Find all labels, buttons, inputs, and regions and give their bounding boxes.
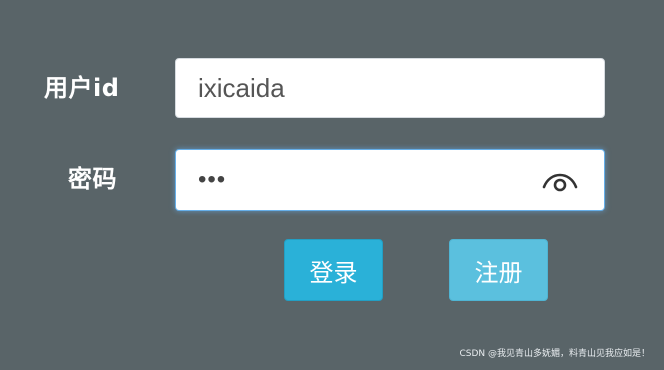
user-id-input[interactable]	[198, 59, 558, 117]
eye-icon[interactable]	[542, 167, 578, 195]
user-id-field[interactable]	[175, 58, 605, 118]
watermark: CSDN @我见青山多妩媚，料青山见我应如是！	[459, 349, 650, 359]
user-id-label: 用户id	[44, 74, 120, 102]
register-button[interactable]: 注册	[449, 239, 548, 301]
login-button[interactable]: 登录	[284, 239, 383, 301]
password-label: 密码	[68, 165, 117, 193]
password-input[interactable]	[198, 150, 528, 210]
password-field[interactable]	[175, 149, 605, 211]
